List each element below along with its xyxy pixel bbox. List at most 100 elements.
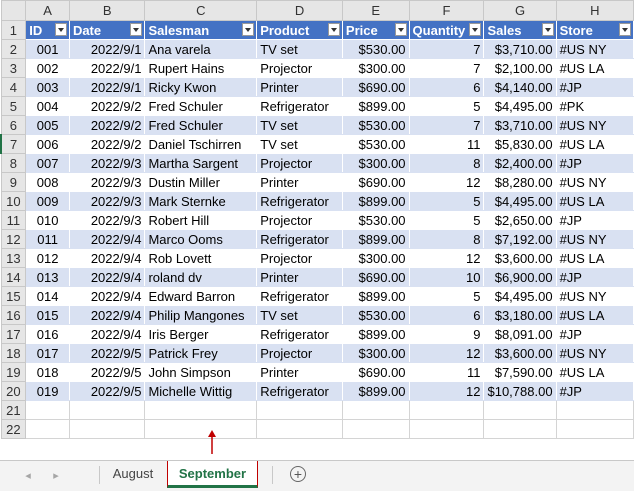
- cell-sales[interactable]: $3,180.00: [483, 305, 557, 325]
- empty-cell[interactable]: [25, 400, 70, 420]
- cell-price[interactable]: $300.00: [341, 153, 410, 173]
- cell-product[interactable]: Printer: [256, 267, 343, 287]
- cell-store[interactable]: #US LA: [555, 58, 634, 78]
- cell-price[interactable]: $300.00: [341, 248, 410, 268]
- cell-store[interactable]: #US LA: [555, 134, 634, 154]
- empty-cell[interactable]: [144, 419, 258, 439]
- cell-salesman[interactable]: Ana varela: [144, 39, 258, 59]
- cell-product[interactable]: Projector: [256, 210, 343, 230]
- cell-id[interactable]: 014: [25, 286, 70, 306]
- cell-id[interactable]: 002: [25, 58, 70, 78]
- cell-quantity[interactable]: 11: [408, 362, 485, 382]
- cell-price[interactable]: $530.00: [341, 134, 410, 154]
- cell-product[interactable]: Refrigerator: [256, 96, 343, 116]
- cell-sales[interactable]: $5,830.00: [483, 134, 557, 154]
- cell-id[interactable]: 015: [25, 305, 70, 325]
- filter-dropdown-icon[interactable]: [327, 23, 340, 36]
- row-header[interactable]: 17: [0, 324, 27, 344]
- cell-price[interactable]: $690.00: [341, 267, 410, 287]
- previous-sheet-icon[interactable]: ◂: [20, 468, 36, 484]
- empty-cell[interactable]: [555, 419, 634, 439]
- cell-store[interactable]: #JP: [555, 324, 634, 344]
- cell-product[interactable]: Printer: [256, 362, 343, 382]
- cell-store[interactable]: #JP: [555, 77, 634, 97]
- cell-id[interactable]: 007: [25, 153, 70, 173]
- tab-august[interactable]: August: [100, 461, 166, 488]
- cell-id[interactable]: 001: [25, 39, 70, 59]
- cell-quantity[interactable]: 12: [408, 172, 485, 192]
- empty-cell[interactable]: [555, 400, 634, 420]
- cell-salesman[interactable]: Ricky Kwon: [144, 77, 258, 97]
- filter-dropdown-icon[interactable]: [54, 23, 67, 36]
- cell-quantity[interactable]: 7: [408, 58, 485, 78]
- cell-id[interactable]: 006: [25, 134, 70, 154]
- cell-id[interactable]: 008: [25, 172, 70, 192]
- cell-salesman[interactable]: John Simpson: [144, 362, 258, 382]
- cell-quantity[interactable]: 12: [408, 248, 485, 268]
- column-header-d[interactable]: D: [256, 0, 343, 21]
- cell-salesman[interactable]: Marco Ooms: [144, 229, 258, 249]
- cell-id[interactable]: 019: [25, 381, 70, 401]
- column-header-c[interactable]: C: [144, 0, 258, 21]
- column-header-e[interactable]: E: [341, 0, 410, 21]
- table-header-id[interactable]: ID: [25, 20, 70, 40]
- cell-product[interactable]: Printer: [256, 77, 343, 97]
- cell-salesman[interactable]: Patrick Frey: [144, 343, 258, 363]
- empty-cell[interactable]: [341, 419, 410, 439]
- cell-salesman[interactable]: Edward Barron: [144, 286, 258, 306]
- cell-sales[interactable]: $3,710.00: [483, 39, 557, 59]
- cell-product[interactable]: Projector: [256, 58, 343, 78]
- cell-date[interactable]: 2022/9/2: [68, 96, 146, 116]
- cell-date[interactable]: 2022/9/2: [68, 134, 146, 154]
- cell-date[interactable]: 2022/9/5: [68, 343, 146, 363]
- row-header[interactable]: 19: [0, 362, 27, 382]
- empty-cell[interactable]: [483, 419, 557, 439]
- cell-id[interactable]: 016: [25, 324, 70, 344]
- cell-store[interactable]: #US NY: [555, 172, 634, 192]
- row-header[interactable]: 15: [0, 286, 27, 306]
- cell-id[interactable]: 009: [25, 191, 70, 211]
- cell-price[interactable]: $300.00: [341, 58, 410, 78]
- cell-date[interactable]: 2022/9/3: [68, 210, 146, 230]
- cell-salesman[interactable]: Mark Sternke: [144, 191, 258, 211]
- cell-price[interactable]: $530.00: [341, 305, 410, 325]
- cell-sales[interactable]: $4,495.00: [483, 286, 557, 306]
- filter-dropdown-icon[interactable]: [130, 23, 143, 36]
- cell-product[interactable]: Refrigerator: [256, 324, 343, 344]
- cell-date[interactable]: 2022/9/4: [68, 286, 146, 306]
- cell-id[interactable]: 004: [25, 96, 70, 116]
- cell-product[interactable]: TV set: [256, 134, 343, 154]
- column-header-a[interactable]: A: [25, 0, 70, 21]
- cell-product[interactable]: Projector: [256, 153, 343, 173]
- cell-sales[interactable]: $8,091.00: [483, 324, 557, 344]
- empty-cell[interactable]: [408, 419, 485, 439]
- cell-quantity[interactable]: 5: [408, 286, 485, 306]
- filter-dropdown-icon[interactable]: [469, 23, 482, 36]
- cell-product[interactable]: Printer: [256, 172, 343, 192]
- cell-date[interactable]: 2022/9/5: [68, 362, 146, 382]
- column-header-f[interactable]: F: [408, 0, 485, 21]
- cell-store[interactable]: #US LA: [555, 191, 634, 211]
- cell-store[interactable]: #US LA: [555, 248, 634, 268]
- filter-dropdown-icon[interactable]: [242, 23, 255, 36]
- cell-product[interactable]: TV set: [256, 305, 343, 325]
- cell-sales[interactable]: $3,600.00: [483, 248, 557, 268]
- filter-dropdown-icon[interactable]: [619, 23, 631, 36]
- cell-product[interactable]: Projector: [256, 248, 343, 268]
- cell-date[interactable]: 2022/9/4: [68, 324, 146, 344]
- row-header[interactable]: 1: [0, 20, 27, 40]
- cell-sales[interactable]: $3,710.00: [483, 115, 557, 135]
- cell-date[interactable]: 2022/9/1: [68, 58, 146, 78]
- row-header[interactable]: 21: [0, 400, 27, 420]
- table-header-sales[interactable]: Sales: [483, 20, 557, 40]
- cell-date[interactable]: 2022/9/4: [68, 267, 146, 287]
- cell-price[interactable]: $530.00: [341, 210, 410, 230]
- cell-date[interactable]: 2022/9/3: [68, 191, 146, 211]
- column-header-g[interactable]: G: [483, 0, 557, 21]
- empty-cell[interactable]: [256, 419, 343, 439]
- cell-quantity[interactable]: 8: [408, 229, 485, 249]
- next-sheet-icon[interactable]: ▸: [48, 468, 64, 484]
- cell-id[interactable]: 010: [25, 210, 70, 230]
- cell-quantity[interactable]: 11: [408, 134, 485, 154]
- cell-id[interactable]: 018: [25, 362, 70, 382]
